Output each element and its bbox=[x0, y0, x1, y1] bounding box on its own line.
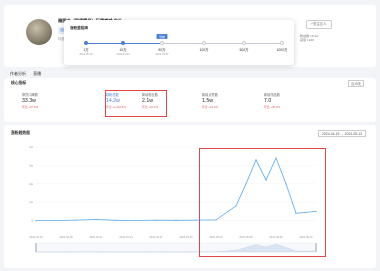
x-tick-label: 2024-04-15 bbox=[29, 235, 43, 239]
section-tabs: 作者分析 直播 bbox=[10, 71, 47, 77]
y-tick-label: 3w bbox=[29, 163, 34, 167]
range-handle-left bbox=[35, 243, 37, 252]
data-point bbox=[315, 210, 317, 213]
metric-value: 7.0 bbox=[264, 98, 272, 104]
milestone-label: 100万 bbox=[199, 48, 209, 52]
metric-change: 环比 +40.0% bbox=[264, 105, 280, 109]
metric-label: 新增点赞数 bbox=[202, 93, 218, 97]
series-line bbox=[35, 156, 317, 221]
metric-value: 1.5w bbox=[202, 98, 213, 104]
y-tick-label: 0 bbox=[31, 219, 33, 223]
milestone-label: 1000万 bbox=[276, 48, 288, 52]
x-tick-label: 2024-04-24 bbox=[119, 235, 133, 239]
data-point bbox=[35, 220, 37, 222]
fans-trend-chart: 0 1w 2w 3w 4w 2024-04-15 2024-04-18 2024-04-21 2… bbox=[29, 145, 317, 253]
x-tick-label: 2024-05-09 bbox=[269, 235, 283, 239]
milestone-popup: 涨粉里程碑 当前 1万 2023-05-19 10万 2023-11-24 50万 202… bbox=[64, 20, 294, 65]
milestone-date: 2023-05-19 bbox=[79, 53, 93, 56]
data-point bbox=[235, 205, 237, 207]
side-stat-likes: 获赞 1240 bbox=[300, 38, 314, 43]
metric-label: 新增粉丝数 bbox=[142, 93, 158, 97]
x-tick-label: 2024-04-18 bbox=[59, 235, 73, 239]
metric-change: 环比 +87.6% bbox=[22, 105, 38, 109]
data-point bbox=[75, 219, 77, 221]
milestone-label: 1万 bbox=[83, 48, 89, 52]
data-point bbox=[295, 212, 297, 214]
y-tick-label: 1w bbox=[29, 200, 34, 204]
metric-item[interactable]: 带货口碑数 33.3w 环比 +87.6% bbox=[22, 92, 82, 112]
core-metrics-card: 核心指标 近15天 带货口碑数 33.3w 环比 +87.6% 增粉总数 14.2w 环比… bbox=[4, 78, 376, 122]
milestone-dot bbox=[160, 41, 164, 45]
x-tick-label: 2024-05-06 bbox=[239, 235, 253, 239]
data-point bbox=[135, 219, 137, 222]
milestone-date: 2023-11-24 bbox=[116, 53, 130, 56]
metric-item[interactable]: 新增点赞数 1.5w 环比 +22.4% bbox=[202, 92, 262, 112]
data-point bbox=[55, 219, 57, 222]
milestone-date: 2024-03-07 bbox=[155, 53, 169, 56]
metric-change: 环比 +22.4% bbox=[202, 105, 218, 109]
data-point bbox=[265, 179, 267, 181]
metric-value: 2.1w bbox=[142, 98, 153, 104]
data-point bbox=[175, 219, 177, 221]
data-point bbox=[305, 211, 307, 213]
data-point bbox=[255, 159, 257, 161]
current-marker: 当前 bbox=[156, 34, 168, 39]
data-point bbox=[215, 219, 217, 221]
range-handle-right bbox=[315, 243, 317, 252]
data-point bbox=[275, 157, 277, 159]
x-tick-label: 2024-05-12 bbox=[299, 235, 313, 239]
metric-value: 33.3w bbox=[22, 98, 36, 104]
follow-button[interactable]: +关注达人 bbox=[306, 20, 332, 29]
popup-title: 涨粉里程碑 bbox=[70, 26, 88, 30]
y-tick-label: 2w bbox=[29, 182, 34, 186]
side-stats: 粉丝数 15.2w 获赞 1240 bbox=[300, 34, 318, 43]
milestone-dot bbox=[280, 41, 284, 45]
tab-author-analysis[interactable]: 作者分析 bbox=[10, 71, 26, 76]
x-tick-label: 2024-05-03 bbox=[209, 235, 223, 239]
y-tick-label: 4w bbox=[29, 145, 34, 149]
milestone-label: 500万 bbox=[239, 48, 249, 52]
x-tick-label: 2024-04-21 bbox=[89, 235, 103, 239]
metric-item[interactable]: 新增作品数 7.0 环比 +40.0% bbox=[264, 92, 324, 112]
metric-change: 环比 +31.2% bbox=[142, 105, 158, 109]
data-point bbox=[285, 183, 287, 185]
metric-label: 带货口碑数 bbox=[22, 93, 38, 97]
milestone-dot bbox=[242, 41, 246, 45]
metric-label: 新增作品数 bbox=[264, 93, 280, 97]
tab-live[interactable]: 直播 bbox=[33, 71, 41, 76]
x-tick-label: 2024-04-30 bbox=[179, 235, 193, 239]
milestone-label: 50万 bbox=[158, 48, 166, 52]
data-point bbox=[115, 219, 117, 221]
data-point bbox=[95, 218, 97, 221]
period-select[interactable]: 近15天 bbox=[348, 80, 364, 87]
data-point bbox=[245, 183, 247, 185]
data-point bbox=[195, 219, 197, 221]
milestone-dot bbox=[202, 41, 206, 45]
metrics-title: 核心指标 bbox=[11, 81, 27, 85]
milestone-dot bbox=[84, 41, 88, 45]
fans-trend-card: 涨粉趋势图 2024-04-15 → 2024-05-13 0 1w 2w 3w 4w 2… bbox=[4, 125, 376, 268]
avatar[interactable] bbox=[26, 19, 52, 45]
milestone-dot bbox=[121, 41, 125, 45]
metric-item[interactable]: 新增粉丝数 2.1w 环比 +31.2% bbox=[142, 92, 202, 112]
x-tick-label: 2024-04-27 bbox=[149, 235, 163, 239]
milestone-label: 10万 bbox=[119, 48, 127, 52]
data-point bbox=[155, 219, 157, 221]
